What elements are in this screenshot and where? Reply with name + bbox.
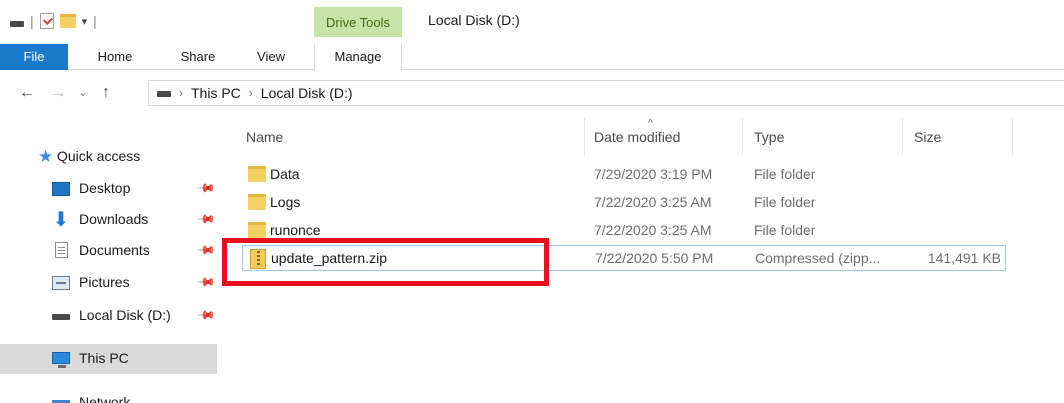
nav-documents[interactable]: Documents 📌 [0, 236, 217, 266]
pin-icon: 📌 [196, 271, 217, 293]
column-divider[interactable] [902, 118, 903, 156]
qat-separator-2: | [93, 13, 97, 29]
pin-icon: 📌 [196, 208, 217, 230]
recent-locations-button[interactable]: ⌄ [76, 83, 90, 103]
file-type: File folder [754, 166, 816, 182]
quick-access-toolbar: | ▾ | [10, 11, 97, 31]
file-name: runonce [270, 222, 321, 238]
file-row-update-pattern-zip[interactable]: update_pattern.zip 7/22/2020 5:50 PM Com… [242, 245, 1006, 271]
file-row-data[interactable]: Data 7/29/2020 3:19 PM File folder [242, 162, 1006, 188]
nav-network[interactable]: Network [0, 388, 217, 403]
file-row-logs[interactable]: Logs 7/22/2020 3:25 AM File folder [242, 190, 1006, 216]
file-row-runonce[interactable]: runonce 7/22/2020 3:25 AM File folder [242, 218, 1006, 244]
tab-home[interactable]: Home [85, 44, 145, 70]
file-type: Compressed (zipp... [755, 250, 881, 266]
ribbon-tabs: File Home Share View Manage [0, 44, 1064, 71]
breadcrumb-local-disk[interactable]: Local Disk (D:) [261, 85, 353, 101]
column-header-date[interactable]: Date modified [594, 125, 744, 149]
new-folder-icon[interactable] [59, 14, 76, 28]
column-divider[interactable] [584, 118, 585, 156]
nav-label: Documents [79, 242, 150, 258]
file-date: 7/22/2020 3:25 AM [594, 222, 712, 238]
nav-this-pc[interactable]: This PC [0, 344, 217, 374]
breadcrumb-separator[interactable]: › [179, 86, 183, 100]
folder-icon [248, 222, 266, 238]
nav-desktop[interactable]: Desktop 📌 [0, 174, 217, 204]
file-type: File folder [754, 194, 816, 210]
nav-pictures[interactable]: Pictures 📌 [0, 268, 217, 298]
tab-manage[interactable]: Manage [314, 44, 402, 71]
window-title: Local Disk (D:) [428, 12, 520, 28]
drive-icon [157, 91, 171, 97]
file-date: 7/22/2020 5:50 PM [595, 250, 714, 266]
desktop-icon [52, 182, 70, 196]
nav-label: Pictures [79, 274, 130, 290]
star-icon: ★ [38, 147, 54, 166]
pictures-icon [52, 276, 70, 290]
pin-icon: 📌 [196, 177, 217, 199]
nav-label: Network [79, 394, 131, 403]
forward-button[interactable]: → [49, 83, 67, 103]
pin-icon: 📌 [196, 304, 217, 326]
nav-label: Downloads [79, 211, 149, 227]
tab-file[interactable]: File [0, 44, 68, 70]
nav-label: Local Disk (D:) [79, 307, 171, 323]
file-name: Logs [270, 194, 301, 210]
file-date: 7/22/2020 3:25 AM [594, 194, 712, 210]
nav-label: Quick access [57, 148, 141, 164]
nav-downloads[interactable]: ⬇ Downloads 📌 [0, 205, 217, 235]
documents-icon [55, 242, 68, 258]
title-bar: | ▾ | Drive Tools Local Disk (D:) [0, 0, 1064, 44]
file-name: Data [270, 166, 300, 182]
tab-view[interactable]: View [246, 44, 296, 70]
navigation-pane: ★ Quick access Desktop 📌 ⬇ Downloads 📌 D… [0, 118, 230, 403]
column-header-type[interactable]: Type [754, 125, 904, 149]
disk-icon [52, 314, 70, 320]
nav-label: This PC [79, 350, 129, 366]
back-button[interactable]: ← [18, 83, 36, 103]
tab-share[interactable]: Share [168, 44, 228, 70]
nav-local-disk[interactable]: Local Disk (D:) 📌 [0, 301, 217, 331]
file-date: 7/29/2020 3:19 PM [594, 166, 713, 182]
column-header-size[interactable]: Size [914, 125, 1004, 149]
zip-icon [250, 249, 266, 269]
qat-separator: | [30, 13, 34, 29]
pin-icon: 📌 [196, 239, 217, 261]
up-button[interactable]: ↑ [96, 83, 116, 103]
properties-icon[interactable] [39, 13, 54, 29]
customize-toolbar-dropdown[interactable]: ▾ [82, 15, 88, 28]
computer-icon [52, 352, 70, 368]
nav-label: Desktop [79, 180, 131, 196]
drive-tools-context-tab: Drive Tools [314, 7, 402, 37]
breadcrumb-this-pc[interactable]: This PC [191, 85, 241, 101]
file-size: 141,491 KB [927, 250, 1001, 266]
column-divider[interactable] [1012, 118, 1013, 156]
address-bar-row: ← → ⌄ ↑ › This PC › Local Disk (D:) [0, 77, 1064, 109]
download-icon: ⬇ [52, 209, 70, 231]
column-header-name[interactable]: Name [246, 125, 586, 149]
file-list: ^ Name Date modified Type Size Data 7/29… [230, 118, 1064, 403]
breadcrumb-separator[interactable]: › [249, 86, 253, 100]
file-name: update_pattern.zip [271, 250, 387, 266]
address-box[interactable]: › This PC › Local Disk (D:) [148, 80, 1064, 106]
nav-quick-access[interactable]: ★ Quick access [0, 142, 217, 172]
folder-icon [248, 194, 266, 210]
file-type: File folder [754, 222, 816, 238]
folder-icon [248, 166, 266, 182]
column-divider[interactable] [742, 118, 743, 156]
drive-icon [10, 21, 24, 27]
